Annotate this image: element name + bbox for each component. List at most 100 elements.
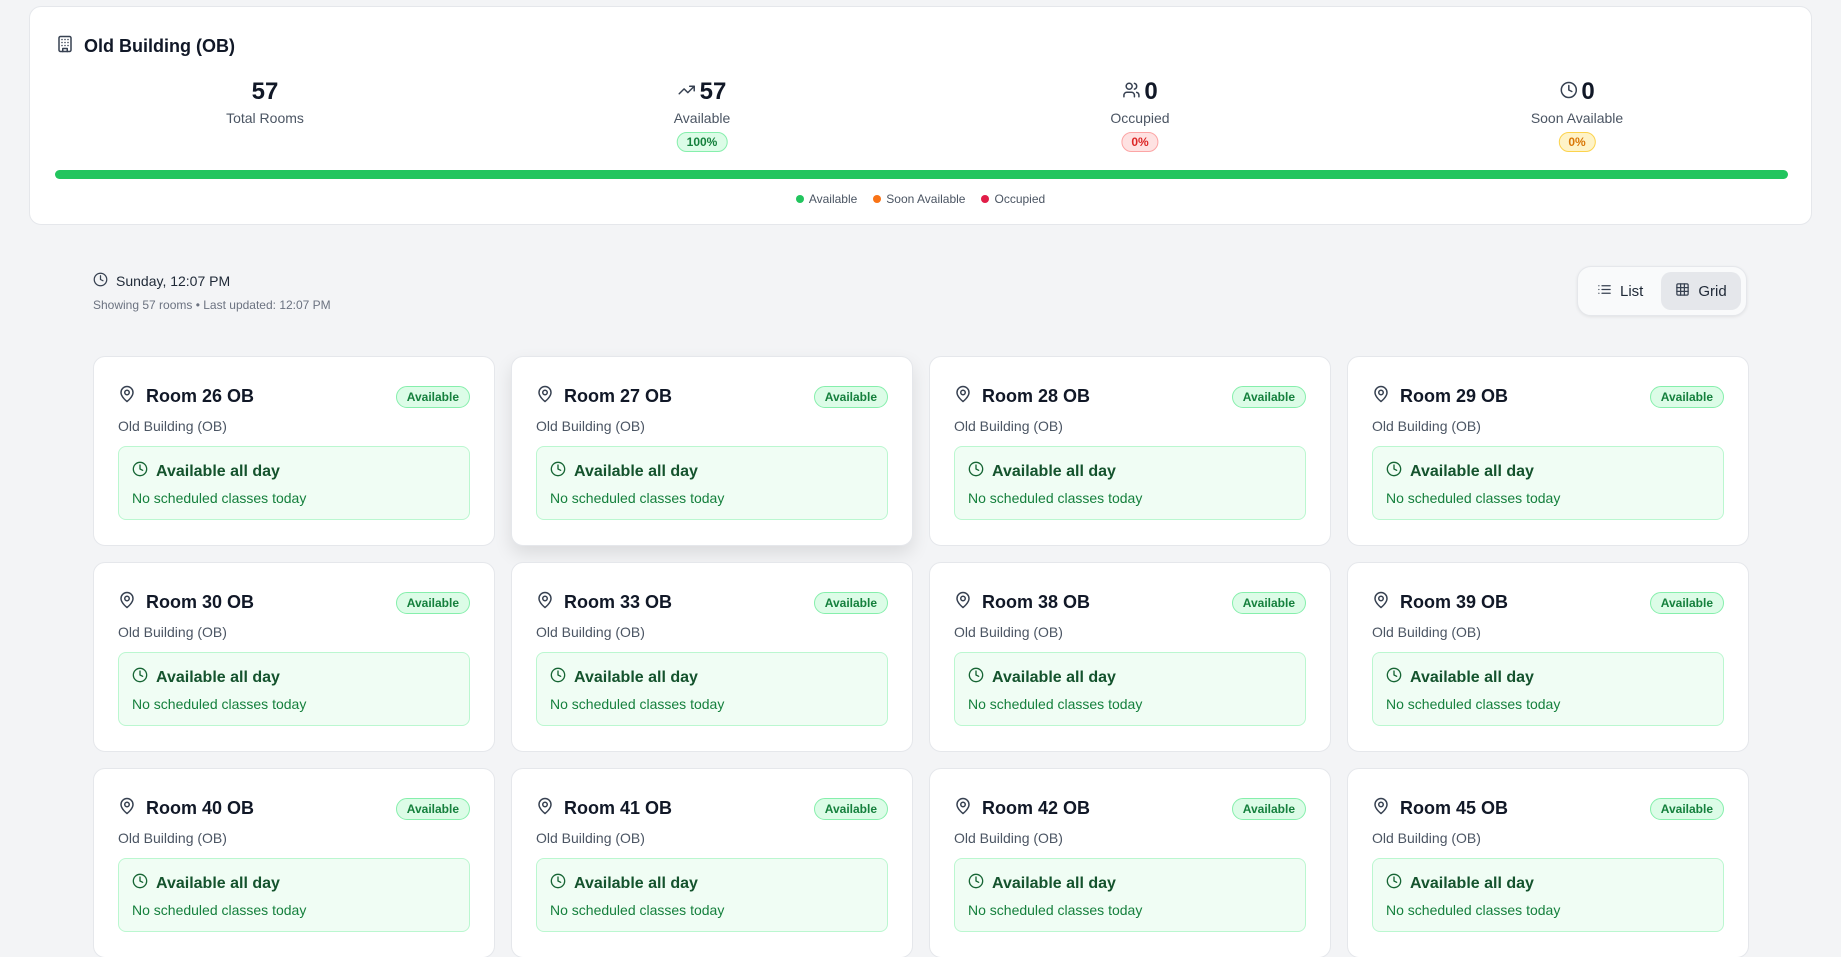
availability-box: Available all day No scheduled classes t… (954, 446, 1306, 520)
room-card-header: Room 38 OB Available (954, 591, 1306, 614)
clock-icon (1386, 461, 1402, 482)
room-name: Room 42 OB (982, 798, 1091, 818)
availability-title: Available all day (1410, 668, 1534, 686)
availability-title: Available all day (574, 668, 698, 686)
clock-icon (550, 873, 566, 894)
status-badge: Available (395, 385, 470, 408)
map-pin-icon (118, 797, 136, 820)
status-badge: Available (1231, 591, 1306, 614)
legend-label-available: Available (808, 192, 858, 206)
total-rooms-label: Total Rooms (226, 110, 304, 126)
room-card[interactable]: Room 29 OB Available Old Building (OB) A… (1347, 356, 1749, 546)
availability-note: No scheduled classes today (968, 490, 1143, 506)
list-view-button[interactable]: List (1583, 272, 1657, 310)
room-card[interactable]: Room 39 OB Available Old Building (OB) A… (1347, 562, 1749, 752)
progress-legend: Available Soon Available Occupied (30, 192, 1811, 206)
clock-icon (1386, 873, 1402, 894)
room-card-header: Room 39 OB Available (1372, 591, 1724, 614)
room-card[interactable]: Room 42 OB Available Old Building (OB) A… (929, 768, 1331, 957)
clock-icon (93, 272, 108, 290)
availability-box: Available all day No scheduled classes t… (118, 446, 470, 520)
room-card-header: Room 27 OB Available (536, 385, 888, 408)
stat-occupied: 0 Occupied 0% (1110, 77, 1170, 152)
results-subtitle: Showing 57 rooms • Last updated: 12:07 P… (93, 298, 331, 312)
room-card[interactable]: Room 33 OB Available Old Building (OB) A… (511, 562, 913, 752)
room-card[interactable]: Room 40 OB Available Old Building (OB) A… (93, 768, 495, 957)
legend-label-occupied: Occupied (994, 192, 1046, 206)
availability-title: Available all day (992, 874, 1116, 892)
availability-box: Available all day No scheduled classes t… (536, 446, 888, 520)
status-badge: Available (1649, 385, 1724, 408)
availability-box: Available all day No scheduled classes t… (536, 652, 888, 726)
clock-icon (550, 461, 566, 482)
availability-title-row: Available all day (1386, 667, 1710, 688)
building-title-row: Old Building (OB) (56, 35, 235, 58)
stat-available: 57 Available 100% (674, 77, 730, 152)
availability-title-row: Available all day (132, 461, 456, 482)
availability-title-row: Available all day (968, 873, 1292, 894)
status-badge: Available (1649, 591, 1724, 614)
availability-box: Available all day No scheduled classes t… (1372, 446, 1724, 520)
availability-note: No scheduled classes today (132, 490, 307, 506)
room-card-header: Room 33 OB Available (536, 591, 888, 614)
room-name: Room 28 OB (982, 386, 1091, 406)
availability-title: Available all day (156, 668, 280, 686)
status-badge: Available (813, 385, 888, 408)
availability-note: No scheduled classes today (1386, 490, 1561, 506)
room-card[interactable]: Room 26 OB Available Old Building (OB) A… (93, 356, 495, 546)
room-name-row: Room 42 OB (954, 797, 1090, 820)
room-building: Old Building (OB) (536, 418, 645, 434)
building-summary-card: Old Building (OB) 57 Total Rooms 57 Avai… (29, 6, 1812, 225)
room-card[interactable]: Room 38 OB Available Old Building (OB) A… (929, 562, 1331, 752)
room-name: Room 41 OB (564, 798, 673, 818)
room-card[interactable]: Room 41 OB Available Old Building (OB) A… (511, 768, 913, 957)
room-building: Old Building (OB) (118, 830, 227, 846)
clock-icon (968, 873, 984, 894)
clock-icon (132, 461, 148, 482)
room-card[interactable]: Room 30 OB Available Old Building (OB) A… (93, 562, 495, 752)
room-card-header: Room 45 OB Available (1372, 797, 1724, 820)
room-name-row: Room 33 OB (536, 591, 672, 614)
list-view-label: List (1620, 282, 1644, 300)
occupied-label: Occupied (1110, 110, 1170, 126)
room-name-row: Room 41 OB (536, 797, 672, 820)
room-name-row: Room 38 OB (954, 591, 1090, 614)
legend-item-soon: Soon Available (873, 192, 965, 206)
room-card[interactable]: Room 45 OB Available Old Building (OB) A… (1347, 768, 1749, 957)
room-building: Old Building (OB) (954, 624, 1063, 640)
current-datetime-row: Sunday, 12:07 PM (93, 272, 331, 290)
availability-box: Available all day No scheduled classes t… (118, 858, 470, 932)
room-building: Old Building (OB) (536, 830, 645, 846)
availability-title-row: Available all day (132, 667, 456, 688)
room-card-header: Room 41 OB Available (536, 797, 888, 820)
availability-title: Available all day (1410, 462, 1534, 480)
map-pin-icon (954, 385, 972, 408)
room-card[interactable]: Room 28 OB Available Old Building (OB) A… (929, 356, 1331, 546)
room-name: Room 30 OB (146, 592, 255, 612)
room-name: Room 29 OB (1400, 386, 1509, 406)
room-name-row: Room 28 OB (954, 385, 1090, 408)
map-pin-icon (1372, 385, 1390, 408)
occupied-value: 0 (1144, 78, 1158, 105)
legend-item-occupied: Occupied (981, 192, 1045, 206)
clock-icon (132, 667, 148, 688)
status-badge: Available (813, 591, 888, 614)
view-toggle: List Grid (1577, 266, 1747, 316)
room-name-row: Room 39 OB (1372, 591, 1508, 614)
legend-label-soon: Soon Available (886, 192, 966, 206)
availability-title: Available all day (992, 668, 1116, 686)
room-name-row: Room 30 OB (118, 591, 254, 614)
availability-note: No scheduled classes today (550, 490, 725, 506)
room-card[interactable]: Room 27 OB Available Old Building (OB) A… (511, 356, 913, 546)
availability-box: Available all day No scheduled classes t… (118, 652, 470, 726)
availability-title: Available all day (1410, 874, 1534, 892)
availability-note: No scheduled classes today (1386, 696, 1561, 712)
room-card-header: Room 30 OB Available (118, 591, 470, 614)
legend-dot-available (795, 195, 804, 203)
room-building: Old Building (OB) (1372, 624, 1481, 640)
grid-view-button[interactable]: Grid (1661, 272, 1741, 310)
availability-title-row: Available all day (550, 461, 874, 482)
grid-view-label: Grid (1698, 282, 1727, 300)
availability-note: No scheduled classes today (550, 696, 725, 712)
availability-note: No scheduled classes today (550, 902, 725, 918)
